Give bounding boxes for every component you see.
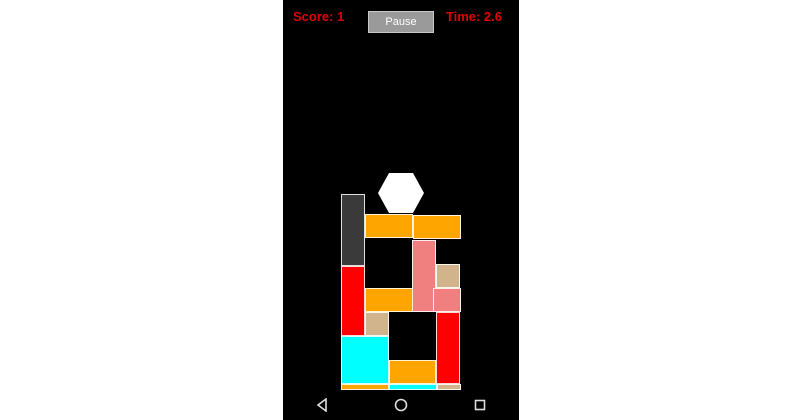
recents-button[interactable] [468,393,492,417]
tan-block [436,264,460,288]
back-button[interactable] [310,393,334,417]
orange-block [365,214,413,238]
red-block [341,266,365,336]
orange-block [413,215,461,239]
orange-block [389,360,436,384]
salmon-l-block [433,288,461,312]
home-button[interactable] [389,393,413,417]
playfield[interactable] [283,0,519,390]
red-block [436,312,460,384]
home-icon [394,398,408,412]
game-screen[interactable]: Score: 1 Pause Time: 2.6 [283,0,519,420]
navigation-bar [283,390,519,420]
back-icon [316,398,328,412]
cyan-block [341,336,389,384]
tan-block [365,312,389,336]
dark-gray-block [341,194,365,266]
orange-block [365,288,413,312]
recents-icon [474,399,485,411]
hexagon-piece [378,173,424,213]
